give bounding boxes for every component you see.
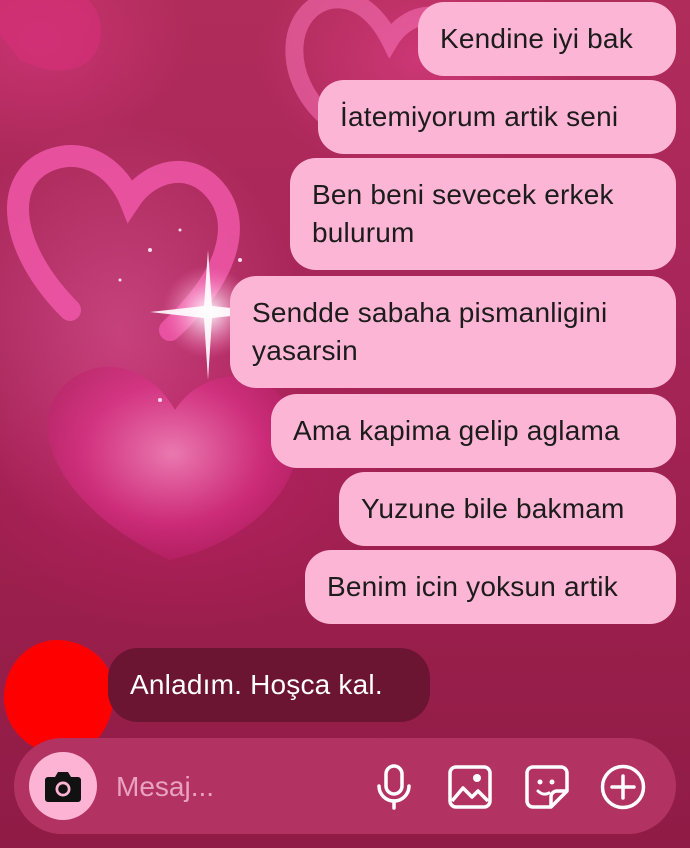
camera-button[interactable] [29,752,97,820]
message-text: Ben beni sevecek erkek [312,179,614,210]
outgoing-message[interactable]: İatemiyorum artik seni [318,80,676,154]
message-input[interactable] [116,764,356,810]
message-text: Benim icin yoksun artik [327,571,618,602]
sticker-icon [525,765,569,809]
message-text: yasarsin [252,335,358,366]
outgoing-message[interactable]: Sendde sabaha pismanligini yasarsin [230,276,676,388]
message-text: Yuzune bile bakmam [361,493,625,524]
image-icon [448,765,492,809]
add-icon [600,764,646,810]
message-text: Ama kapima gelip aglama [293,415,620,446]
sticker-button[interactable] [523,763,571,811]
message-text: Kendine iyi bak [440,23,633,54]
message-text: Sendde sabaha pismanligini [252,297,608,328]
outgoing-message[interactable]: Benim icin yoksun artik [305,550,676,624]
more-options-button[interactable] [599,763,647,811]
microphone-button[interactable] [370,763,418,811]
incoming-message[interactable]: Anladım. Hoşca kal. [108,648,430,722]
outgoing-message[interactable]: Yuzune bile bakmam [339,472,676,546]
outgoing-message[interactable]: Ben beni sevecek erkek bulurum [290,158,676,270]
message-text: bulurum [312,217,415,248]
gallery-button[interactable] [446,763,494,811]
camera-icon [45,772,81,802]
microphone-icon [377,764,411,810]
outgoing-message[interactable]: Ama kapima gelip aglama [271,394,676,468]
outgoing-message[interactable]: Kendine iyi bak [418,2,676,76]
message-text: Anladım. Hoşca kal. [130,669,383,700]
message-text: İatemiyorum artik seni [340,101,619,132]
